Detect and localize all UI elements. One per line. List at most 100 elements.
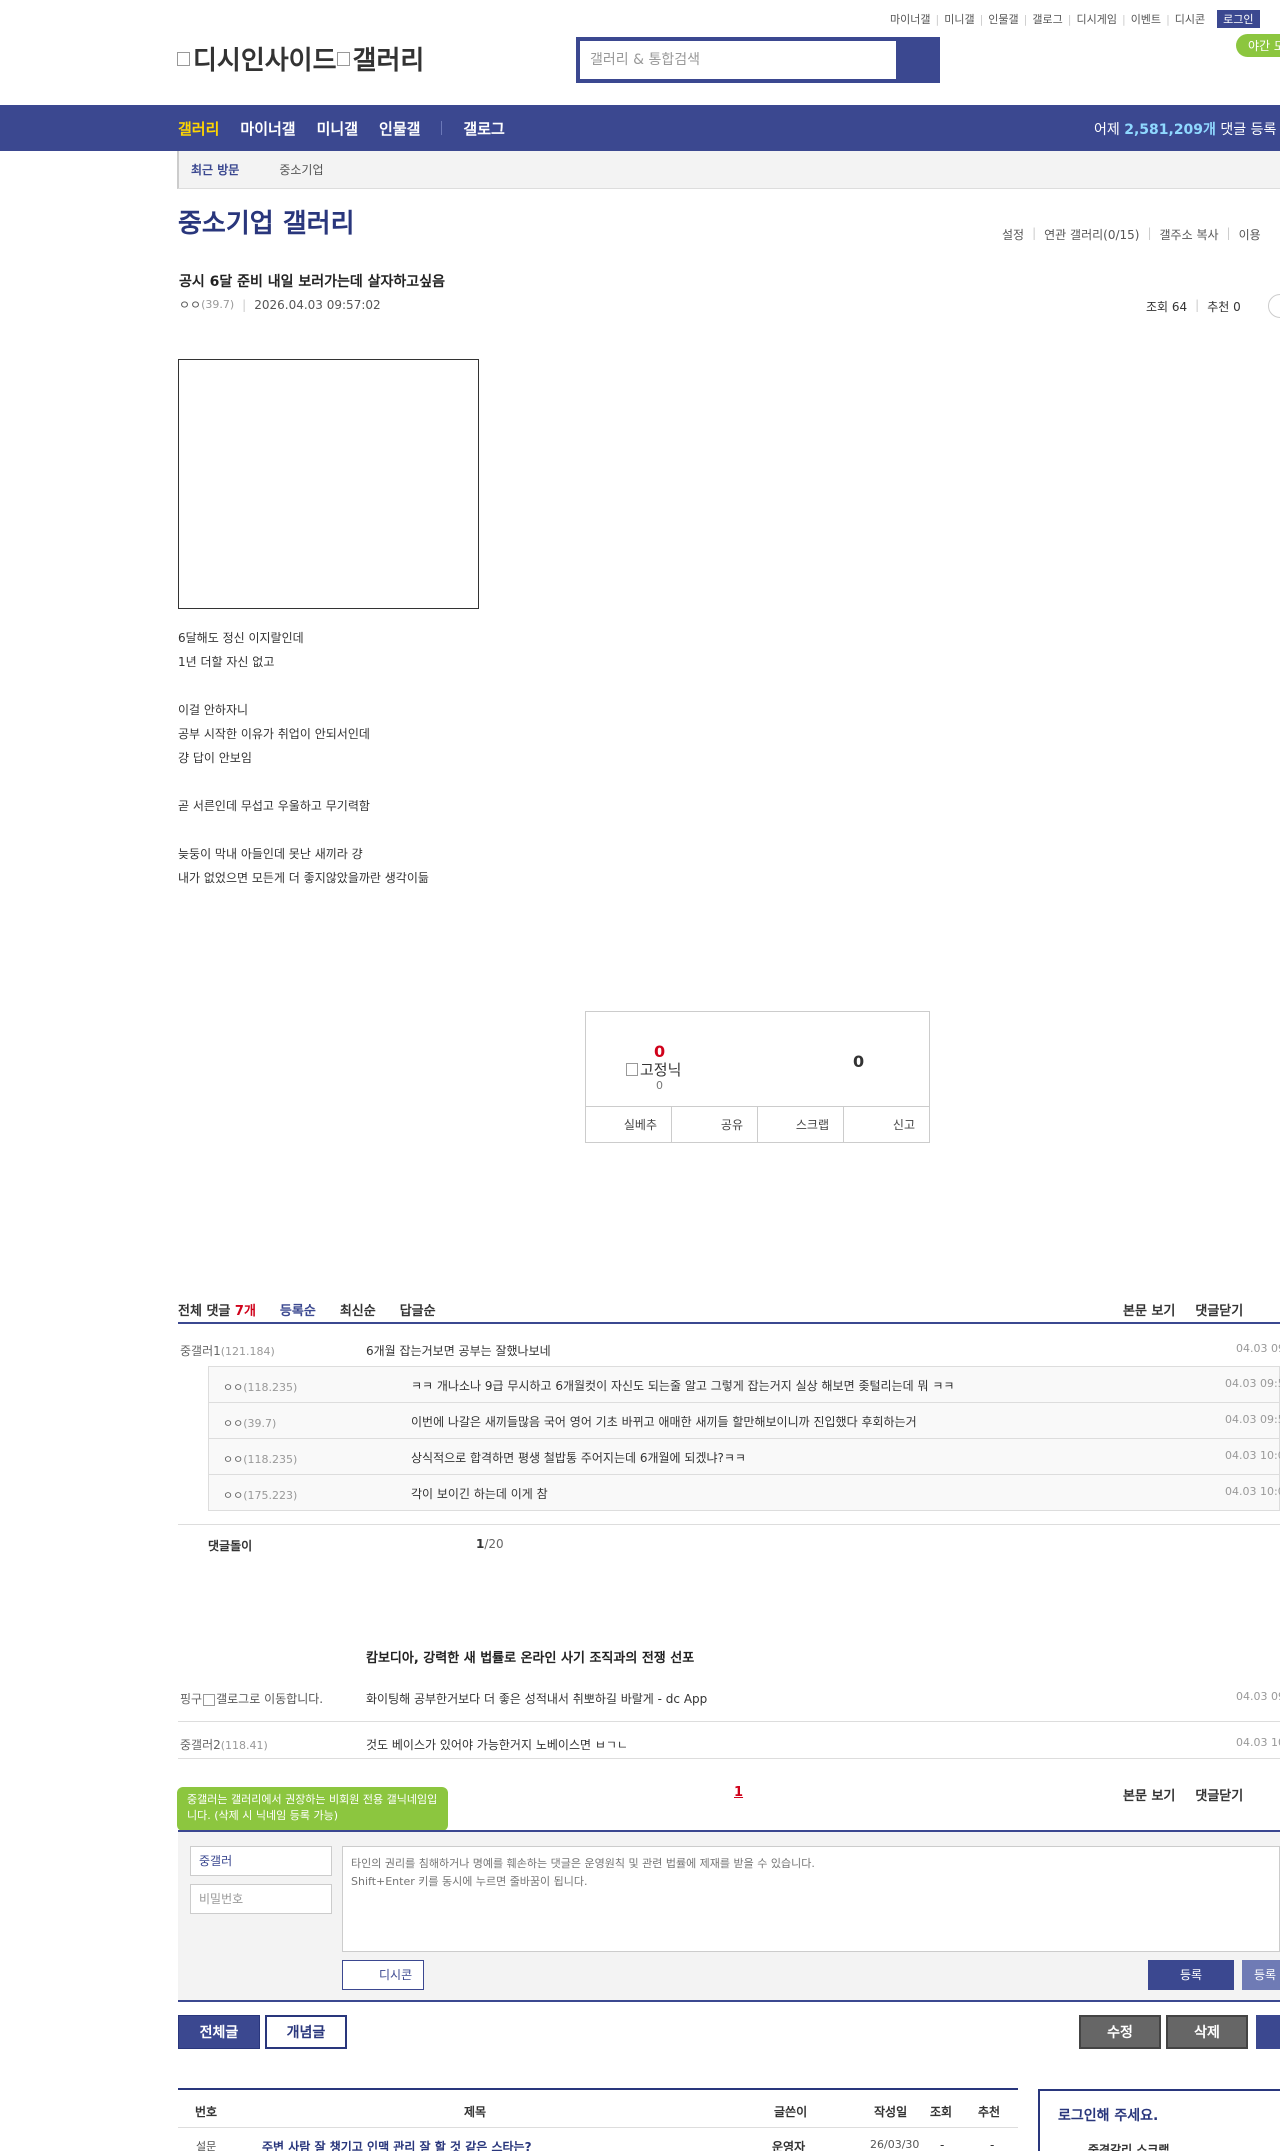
post-views: 조회 64 (1146, 300, 1188, 314)
sort-replies[interactable]: 답글순 (400, 1300, 436, 1319)
edit-button[interactable]: 수정 (1079, 2015, 1161, 2049)
body-line: 내가 없었으면 모든게 더 좋지않았을까란 생각이듦 (178, 871, 429, 885)
row-views: - (940, 2138, 945, 2151)
settings-link[interactable]: 설정 (1002, 226, 1024, 243)
post-meta: ㅇㅇ (39.7) | 2026.04.03 09:57:02 (179, 296, 381, 313)
close-comments-link[interactable]: 댓글닫기 (1195, 1300, 1243, 1319)
reply-nick[interactable]: ㅇㅇ(175.223) (223, 1487, 297, 1503)
close-comments-link[interactable]: 댓글닫기 (1195, 1785, 1243, 1804)
list-row: 설문 주변 사람 잘 챙기고 인맥 관리 잘 할 것 같은 스타는? 운영자 2… (178, 2128, 1018, 2151)
row-title[interactable]: 주변 사람 잘 챙기고 인맥 관리 잘 할 것 같은 스타는? (262, 2138, 532, 2151)
top-link-mini[interactable]: 미니갤 (944, 11, 974, 27)
write-button[interactable] (1256, 2015, 1280, 2049)
reply-date: 04.03 10:0 (1225, 1485, 1280, 1498)
header-title: 제목 (464, 2105, 487, 2119)
comment-nick[interactable]: 중갤러1(121.184) (180, 1342, 275, 1359)
nav-gallery[interactable]: 갤러리 (178, 118, 219, 139)
comment-date: 04.03 10 (1236, 1736, 1280, 1749)
body-line: 걍 답이 안보임 (178, 751, 252, 765)
nav-mini[interactable]: 미니갤 (317, 118, 358, 139)
reply-text: 이번에 나갈은 새끼들많음 국어 영어 기초 바뀌고 애매한 새끼들 할만해보이… (411, 1415, 917, 1429)
post-recommend: 추천 0 (1207, 300, 1241, 314)
row-writer: 운영자 (772, 2140, 806, 2151)
body-line: 이걸 안하자니 (178, 703, 249, 717)
nickname-field[interactable]: 중갤러 (190, 1846, 332, 1876)
scrap-button[interactable]: 스크랩 (758, 1107, 844, 1142)
comment-submit-register-button[interactable]: 등록 (1242, 1960, 1280, 1990)
comment-tools-bottom: 본문 보기 댓글닫기 (1123, 1785, 1263, 1804)
login-prompt[interactable]: 로그인해 주세요. (1058, 2105, 1158, 2125)
broken-image-icon (626, 1063, 638, 1076)
nickname-tooltip: 중갤러는 갤러리에서 권장하는 비회원 전용 갤닉네임입니다. (삭제 시 닉네… (177, 1787, 448, 1839)
reply-nick[interactable]: ㅇㅇ(118.235) (223, 1451, 297, 1467)
comment-date: 04.03 09 (1236, 1342, 1280, 1355)
logo[interactable]: 디시인사이드 갤러리 (177, 40, 424, 77)
related-gallery-link[interactable]: 연관 갤러리(0/15) (1044, 226, 1139, 243)
view-body-link[interactable]: 본문 보기 (1123, 1785, 1175, 1804)
post-list: 번호 제목 글쓴이 작성일 조회 추천 설문 주변 사람 잘 챙기고 인맥 관리… (178, 2088, 1018, 2151)
post-image[interactable] (178, 359, 479, 609)
all-posts-button[interactable]: 전체글 (178, 2015, 260, 2049)
report-button[interactable]: 신고 (844, 1107, 929, 1142)
post-author[interactable]: ㅇㅇ (179, 296, 201, 313)
comment-nick[interactable]: 중갤러2(118.41) (180, 1736, 268, 1753)
reply-row: ㅇㅇ(175.223) 각이 보이긴 하는데 이게 참 04.03 10:0 (209, 1475, 1280, 1511)
reply-row: ㅇㅇ(118.235) 상식적으로 합격하면 평생 철밥통 주어지는데 6개월에… (209, 1439, 1280, 1475)
stat-suffix: 댓글 등록 (1220, 122, 1277, 138)
body-line (178, 772, 429, 792)
night-mode-button[interactable]: 야간 모 (1236, 34, 1280, 57)
post-options-button[interactable] (1268, 294, 1280, 318)
top-link-dcgame[interactable]: 디시게임 (1076, 11, 1116, 27)
view-body-link[interactable]: 본문 보기 (1123, 1300, 1175, 1319)
reply-nick[interactable]: ㅇㅇ(39.7) (223, 1415, 276, 1431)
comment-nick[interactable]: 핑구 갤로그로 이동합니다. (180, 1690, 323, 1707)
list-header: 번호 제목 글쓴이 작성일 조회 추천 (178, 2088, 1018, 2128)
recent-visit-item[interactable]: 중소기업 (279, 161, 323, 178)
top-link-person[interactable]: 인물갤 (988, 11, 1018, 27)
nav-gallog[interactable]: 갤로그 (463, 118, 504, 139)
body-line: 1년 더할 자신 없고 (178, 655, 275, 669)
broken-image-icon (177, 51, 190, 66)
comment-bot-row: 댓글돌이 1/20 (208, 1537, 504, 1554)
post-datetime: 2026.04.03 09:57:02 (254, 297, 381, 312)
header-recommend: 추천 (978, 2105, 1001, 2119)
comment-page-current[interactable]: 1 (734, 1785, 743, 1800)
recent-visit-label[interactable]: 최근 방문 (191, 161, 239, 178)
search-button[interactable] (896, 41, 936, 79)
header-views: 조회 (930, 2105, 953, 2119)
share-button[interactable]: 공유 (672, 1107, 758, 1142)
comment-top-line (178, 1322, 1280, 1324)
dccon-button[interactable]: 디시콘 (342, 1960, 424, 1990)
comment-textarea[interactable] (342, 1846, 1280, 1952)
sort-registered[interactable]: 등록순 (280, 1300, 316, 1319)
top-link-gallog[interactable]: 갤로그 (1032, 11, 1062, 27)
search-input[interactable] (580, 41, 896, 79)
reply-nick[interactable]: ㅇㅇ(118.235) (223, 1379, 297, 1395)
header-no: 번호 (195, 2105, 218, 2119)
nav-person[interactable]: 인물갤 (379, 118, 420, 139)
vote-box: 0 고정닉 0 0 실베추 공유 스크랩 신고 (585, 1011, 930, 1143)
body-line: 곧 서른인데 무섭고 우울하고 무기력함 (178, 799, 370, 813)
top-links: 마이너갤 | 미니갤 | 인물갤 | 갤로그 | 디시게임 | 이벤트 | 디시콘 로그인 (890, 10, 1260, 28)
reply-row: ㅇㅇ(39.7) 이번에 나갈은 새끼들많음 국어 영어 기초 바뀌고 애매한 … (209, 1403, 1280, 1439)
broken-image-icon (336, 51, 350, 66)
news-link[interactable]: 캄보디아, 강력한 새 법률로 온라인 사기 조직과의 전쟁 선포 (366, 1647, 694, 1666)
row-no: 설문 (196, 2140, 217, 2151)
password-field[interactable] (190, 1884, 332, 1914)
comment-divider (178, 1721, 1280, 1722)
gallery-title[interactable]: 중소기업 갤러리 (178, 203, 355, 240)
best-posts-button[interactable]: 개념글 (265, 2015, 347, 2049)
top-link-dccon[interactable]: 디시콘 (1175, 11, 1205, 27)
usage-link[interactable]: 이용 (1239, 226, 1261, 243)
top-link-event[interactable]: 이벤트 (1131, 11, 1161, 27)
comment-divider (178, 1758, 1280, 1759)
delete-button[interactable]: 삭제 (1166, 2015, 1248, 2049)
sort-latest[interactable]: 최신순 (340, 1300, 376, 1319)
copy-address-link[interactable]: 갤주소 복사 (1160, 226, 1219, 243)
silbe-recommend-button[interactable]: 실베추 (586, 1107, 672, 1142)
nav-minor[interactable]: 마이너갤 (240, 118, 295, 139)
comment-submit-button[interactable]: 등록 (1148, 1960, 1234, 1990)
login-box: 로그인해 주세요. 중경갈리 스크랩 (1038, 2089, 1280, 2151)
top-link-minor[interactable]: 마이너갤 (890, 11, 930, 27)
login-button[interactable]: 로그인 (1217, 10, 1260, 28)
